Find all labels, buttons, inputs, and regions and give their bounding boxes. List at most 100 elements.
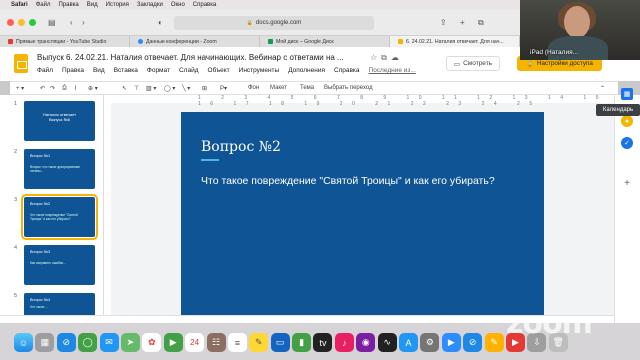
mail-icon[interactable]: ✉: [99, 333, 119, 352]
podcasts-icon[interactable]: ◉: [356, 333, 376, 352]
person-body: [548, 36, 608, 60]
slide-thumbnail-4[interactable]: Вопрос №3 Как исправить ошибки...: [24, 245, 95, 285]
calendar-icon[interactable]: ▦: [621, 88, 633, 100]
keynote-icon[interactable]: ▭: [270, 333, 290, 352]
maximize-window-button[interactable]: [29, 19, 36, 26]
system-preferences-icon[interactable]: ⚙: [420, 333, 440, 352]
close-window-button[interactable]: [7, 19, 14, 26]
music-icon[interactable]: ♪: [334, 333, 354, 352]
line-icon[interactable]: ╲ ▾: [182, 85, 190, 92]
slides-menu-file[interactable]: Файл: [37, 67, 53, 74]
tasks-icon[interactable]: ✓: [621, 137, 633, 149]
slides-menu-object[interactable]: Объект: [208, 67, 230, 74]
layout-button[interactable]: Макет: [270, 85, 287, 91]
participant-name: iPad (Наталия...: [530, 49, 579, 56]
minimize-window-button[interactable]: [18, 19, 25, 26]
privacy-icon[interactable]: ◐: [158, 18, 163, 27]
cloud-icon[interactable]: ☁: [391, 53, 403, 62]
forward-icon[interactable]: ›: [82, 18, 85, 27]
notes-icon[interactable]: ✎: [249, 333, 269, 352]
tv-icon[interactable]: tv: [313, 333, 333, 352]
menu-app[interactable]: Safari: [11, 2, 28, 8]
move-icon[interactable]: ⧉: [381, 53, 391, 62]
pages-icon[interactable]: ✎: [484, 333, 504, 352]
thumb-body: Что такое повреждение "Святой Троицы" и …: [30, 213, 78, 221]
slides-menu-edit[interactable]: Правка: [62, 67, 84, 74]
add-slide-icon[interactable]: + ▾: [16, 85, 24, 92]
reminders-icon[interactable]: ≡: [227, 333, 247, 352]
slide-title[interactable]: Вопрос №2: [201, 139, 281, 155]
menu-edit[interactable]: Правка: [58, 2, 78, 8]
slide-thumbnail-5[interactable]: Вопрос №4 Что такое ...: [24, 293, 95, 315]
slides-menu-help[interactable]: Справка: [334, 67, 360, 74]
new-tab-icon[interactable]: +: [460, 18, 465, 27]
thumb-title: Вопрос №2: [30, 202, 51, 206]
star-icon[interactable]: ☆: [370, 53, 381, 62]
google-slides-logo-icon[interactable]: [14, 54, 28, 73]
slide-thumbnail-2[interactable]: Вопрос №1 Вопрос: что такое декорировани…: [24, 149, 95, 189]
menu-file[interactable]: Файл: [36, 2, 51, 8]
menu-view[interactable]: Вид: [87, 2, 98, 8]
transition-button[interactable]: Выбрать переход: [324, 85, 373, 91]
share-label: Настройки доступа: [536, 60, 593, 67]
tab-youtube-studio[interactable]: Прямые трансляции - YouTube Studio: [0, 36, 130, 47]
paint-format-icon[interactable]: ⌇: [74, 85, 77, 92]
tab-google-slides[interactable]: 6. 24.02.21. Наталия отвечает. Для нач..…: [390, 36, 520, 47]
comment-icon[interactable]: ⊞: [202, 85, 207, 92]
shape-icon[interactable]: ◯ ▾: [164, 85, 175, 92]
text-box-icon[interactable]: ⊤: [134, 85, 139, 92]
back-icon[interactable]: ‹: [70, 18, 73, 27]
undo-icon[interactable]: ↶: [40, 85, 45, 92]
tab-overview-icon[interactable]: ⧉: [478, 18, 484, 28]
tab-google-drive[interactable]: Мой диск – Google Диск: [260, 36, 390, 47]
sidebar-icon[interactable]: ▤: [48, 18, 56, 27]
maps-icon[interactable]: ➤: [120, 333, 140, 352]
slides-menu-slide[interactable]: Слайд: [179, 67, 199, 74]
slide-thumbnail-1[interactable]: Наталия отвечает Выпуск №6: [24, 101, 95, 141]
app-store-icon[interactable]: A: [399, 333, 419, 352]
address-bar[interactable]: 🔒 docs.google.com: [174, 16, 374, 30]
last-edit-link[interactable]: Последние из...: [369, 67, 416, 74]
stocks-icon[interactable]: ∿: [377, 333, 397, 352]
tab-zoom[interactable]: Данные конференции - Zoom: [130, 36, 260, 47]
launchpad-icon[interactable]: ▦: [35, 333, 55, 352]
select-icon[interactable]: ↖: [122, 85, 127, 92]
menu-window[interactable]: Окно: [171, 2, 185, 8]
zoom-icon[interactable]: ⊕ ▾: [88, 85, 98, 92]
zoom-app-icon[interactable]: ▶: [441, 333, 461, 352]
facetime-icon[interactable]: ▶: [163, 333, 183, 352]
slides-menu-format[interactable]: Формат: [147, 67, 170, 74]
document-title[interactable]: Выпуск 6. 24.02.21. Наталия отвечает. Дл…: [37, 53, 344, 62]
theme-button[interactable]: Тема: [300, 85, 314, 91]
background-button[interactable]: Фон: [248, 85, 259, 91]
messages-icon[interactable]: ◯: [78, 333, 98, 352]
slide-body-text[interactable]: Что такое повреждение "Святой Троицы" и …: [201, 174, 521, 189]
safari-icon[interactable]: ⊘: [56, 333, 76, 352]
collapse-icon[interactable]: ⌃: [600, 85, 605, 92]
slide-thumbnail-3[interactable]: Вопрос №2 Что такое повреждение "Святой …: [21, 194, 98, 240]
redo-icon[interactable]: ↷: [50, 85, 55, 92]
slides-menu-tools[interactable]: Инструменты: [239, 67, 280, 74]
slide-canvas[interactable]: Вопрос №2 Что такое повреждение "Святой …: [181, 112, 544, 315]
menu-history[interactable]: История: [106, 2, 129, 8]
safari-2-icon[interactable]: ⊘: [463, 333, 483, 352]
keep-icon[interactable]: ●: [621, 115, 633, 127]
print-icon[interactable]: ⎙: [62, 85, 67, 92]
numbers-icon[interactable]: ▮: [292, 333, 312, 352]
slides-menu-view[interactable]: Вид: [93, 67, 105, 74]
photos-icon[interactable]: ✿: [142, 333, 162, 352]
finder-icon[interactable]: ☺: [14, 333, 33, 352]
slides-menu-addons[interactable]: Дополнения: [288, 67, 325, 74]
slides-menu-insert[interactable]: Вставка: [114, 67, 138, 74]
horizontal-ruler: 1 2 3 4 5 6 7 8 9 10 11 12 13 14 15 16 1…: [104, 95, 614, 107]
share-icon[interactable]: ⇪: [440, 18, 447, 27]
contacts-icon[interactable]: ☷: [206, 333, 226, 352]
menu-bookmarks[interactable]: Закладки: [137, 2, 163, 8]
add-addon-icon[interactable]: +: [621, 177, 633, 189]
side-panel: ▦ ● ✓ +: [614, 88, 640, 323]
pen-icon[interactable]: P▾: [220, 85, 227, 92]
present-button[interactable]: ▭ Смотреть: [446, 56, 500, 71]
menu-help[interactable]: Справка: [193, 2, 217, 8]
calendar-app-icon[interactable]: 24: [185, 333, 205, 352]
image-icon[interactable]: ▨ ▾: [146, 85, 156, 92]
